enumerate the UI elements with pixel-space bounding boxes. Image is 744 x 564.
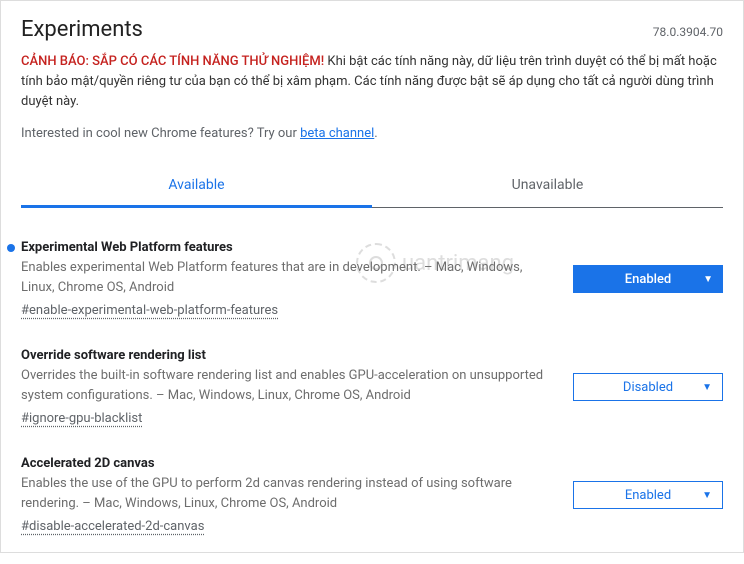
flag-item: Override software rendering list Overrid…: [21, 348, 723, 456]
flag-main: Accelerated 2D canvas Enables the use of…: [21, 456, 557, 534]
version-text: 78.0.3904.70: [653, 25, 723, 39]
flag-state-label: Enabled: [625, 488, 671, 503]
flag-description: Enables the use of the GPU to perform 2d…: [21, 474, 557, 513]
tab-unavailable[interactable]: Unavailable: [372, 167, 723, 207]
flag-state-select[interactable]: Disabled ▼: [573, 373, 723, 401]
flag-description: Overrides the built-in software renderin…: [21, 366, 557, 405]
chevron-down-icon: ▼: [703, 274, 713, 285]
flag-hash-link[interactable]: #enable-experimental-web-platform-featur…: [21, 303, 278, 318]
flag-state-label: Disabled: [623, 380, 673, 395]
flag-state-select[interactable]: Enabled ▼: [573, 481, 723, 509]
interested-text: Interested in cool new Chrome features? …: [21, 126, 723, 141]
flag-description: Enables experimental Web Platform featur…: [21, 258, 557, 297]
flag-hash-link[interactable]: #disable-accelerated-2d-canvas: [21, 519, 204, 534]
flag-control: Enabled ▼: [573, 265, 723, 293]
header: Experiments 78.0.3904.70: [21, 17, 723, 42]
tab-available[interactable]: Available: [21, 167, 372, 207]
flag-main: Experimental Web Platform features Enabl…: [21, 240, 557, 318]
flag-title: Accelerated 2D canvas: [21, 456, 557, 471]
flag-hash-link[interactable]: #ignore-gpu-blacklist: [21, 411, 142, 426]
flag-state-select[interactable]: Enabled ▼: [573, 265, 723, 293]
beta-channel-link[interactable]: beta channel: [300, 126, 374, 141]
warning-text: CẢNH BÁO: SẮP CÓ CÁC TÍNH NĂNG THỬ NGHIỆ…: [21, 52, 723, 112]
interested-suffix: .: [374, 126, 377, 141]
modified-bullet-icon: [7, 244, 15, 252]
warning-bold: CẢNH BÁO: SẮP CÓ CÁC TÍNH NĂNG THỬ NGHIỆ…: [21, 54, 324, 69]
interested-prefix: Interested in cool new Chrome features? …: [21, 126, 300, 141]
flags-list: Experimental Web Platform features Enabl…: [21, 240, 723, 564]
flag-control: Disabled ▼: [573, 373, 723, 401]
tabs: Available Unavailable: [21, 167, 723, 208]
flag-control: Enabled ▼: [573, 481, 723, 509]
chevron-down-icon: ▼: [702, 490, 712, 501]
page-title: Experiments: [21, 17, 143, 42]
chevron-down-icon: ▼: [702, 382, 712, 393]
flag-state-label: Enabled: [625, 272, 672, 287]
flag-item: Accelerated 2D canvas Enables the use of…: [21, 456, 723, 564]
flag-main: Override software rendering list Overrid…: [21, 348, 557, 426]
flag-title: Override software rendering list: [21, 348, 557, 363]
flag-title: Experimental Web Platform features: [21, 240, 557, 255]
flag-item: Experimental Web Platform features Enabl…: [21, 240, 723, 348]
